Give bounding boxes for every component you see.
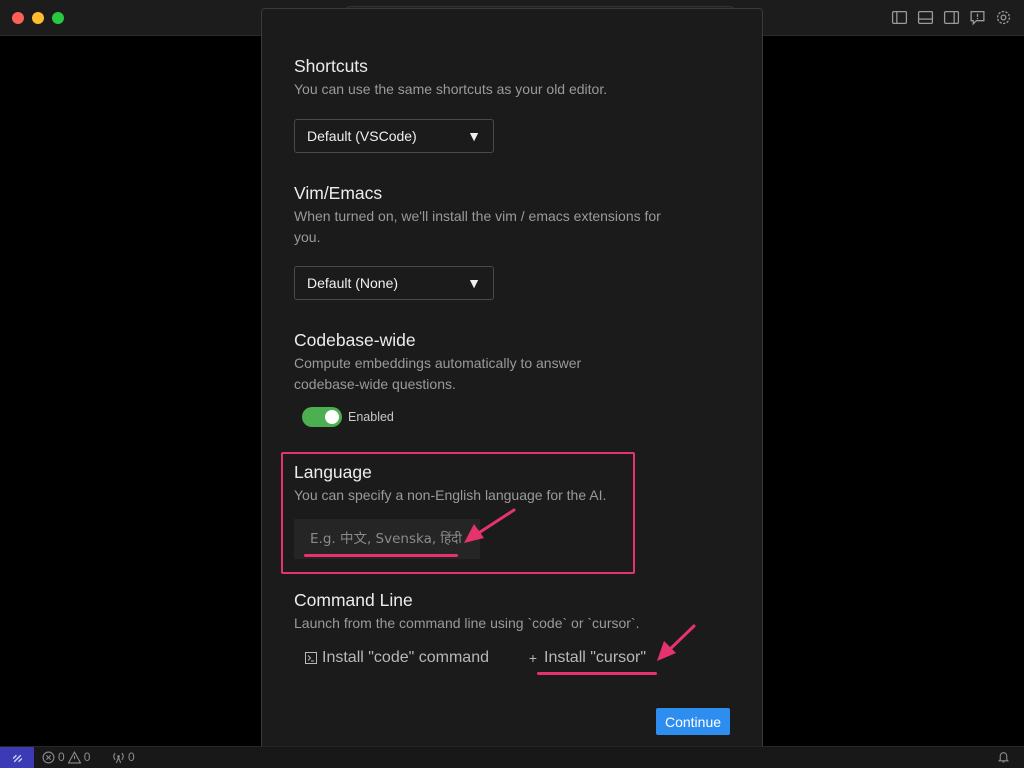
vim-emacs-select-value: Default (None) xyxy=(307,275,399,291)
toggle-panel-icon[interactable] xyxy=(917,9,934,26)
problems-indicator[interactable]: 0 0 xyxy=(42,750,90,764)
arrow-annotation-icon xyxy=(464,508,516,543)
warning-count: 0 xyxy=(83,750,91,764)
status-bar: 0 0 0 xyxy=(0,746,1024,768)
error-count: 0 xyxy=(58,750,65,764)
feedback-icon[interactable] xyxy=(969,9,986,26)
warning-icon xyxy=(67,750,81,763)
shortcuts-description: You can use the same shortcuts as your o… xyxy=(294,81,608,97)
install-cursor-command-label: Install "cursor" xyxy=(544,649,647,666)
install-code-command-button[interactable]: Install "code" command xyxy=(304,649,489,667)
shortcuts-select-value: Default (VSCode) xyxy=(307,128,417,144)
toggle-knob xyxy=(325,410,339,424)
codebase-wide-toggle-label: Enabled xyxy=(348,410,394,424)
broadcast-icon xyxy=(113,752,124,763)
arrow-annotation-icon xyxy=(657,624,696,661)
install-cursor-underline-annotation xyxy=(537,672,657,675)
language-title: Language xyxy=(294,462,372,482)
remote-indicator-button[interactable] xyxy=(0,747,34,768)
language-underline-annotation xyxy=(304,554,458,557)
bell-icon xyxy=(997,752,1010,763)
close-window-button[interactable] xyxy=(12,12,24,24)
codebase-wide-title: Codebase-wide xyxy=(294,330,416,350)
terminal-icon xyxy=(304,652,318,664)
codebase-wide-section: Codebase-wide Compute embeddings automat… xyxy=(294,329,624,395)
continue-button[interactable]: Continue xyxy=(656,708,730,735)
install-code-command-label: Install "code" command xyxy=(322,649,489,666)
ports-count: 0 xyxy=(128,750,135,764)
notifications-button[interactable] xyxy=(997,750,1010,766)
ports-indicator[interactable]: 0 xyxy=(112,750,135,764)
minimize-window-button[interactable] xyxy=(32,12,44,24)
command-line-title: Command Line xyxy=(294,590,413,610)
dropdown-caret-icon: ▼ xyxy=(467,128,481,144)
toggle-secondary-sidebar-icon[interactable] xyxy=(943,9,960,26)
plus-icon: + xyxy=(528,650,538,666)
install-cursor-command-button[interactable]: + Install "cursor" xyxy=(526,649,646,667)
shortcuts-select[interactable]: Default (VSCode) ▼ xyxy=(294,119,494,153)
toggle-primary-sidebar-icon[interactable] xyxy=(891,9,908,26)
dropdown-caret-icon: ▼ xyxy=(467,275,481,291)
remote-icon xyxy=(12,754,22,762)
shortcuts-section: Shortcuts You can use the same shortcuts… xyxy=(294,55,664,100)
onboarding-dialog: Shortcuts You can use the same shortcuts… xyxy=(261,8,763,760)
gear-icon[interactable] xyxy=(995,9,1012,26)
error-icon xyxy=(42,751,55,763)
shortcuts-title: Shortcuts xyxy=(294,56,368,76)
language-description: You can specify a non-English language f… xyxy=(294,487,607,503)
codebase-wide-description: Compute embeddings automatically to answ… xyxy=(294,355,582,392)
language-section: Language You can specify a non-English l… xyxy=(294,461,664,506)
vim-emacs-description: When turned on, we'll install the vim / … xyxy=(294,208,661,245)
codebase-wide-toggle[interactable] xyxy=(302,407,342,427)
codebase-wide-toggle-row: Enabled xyxy=(302,407,394,427)
zoom-window-button[interactable] xyxy=(52,12,64,24)
language-input[interactable] xyxy=(294,519,480,559)
vim-emacs-select[interactable]: Default (None) ▼ xyxy=(294,266,494,300)
vim-emacs-title: Vim/Emacs xyxy=(294,183,383,203)
vim-emacs-section: Vim/Emacs When turned on, we'll install … xyxy=(294,182,664,248)
